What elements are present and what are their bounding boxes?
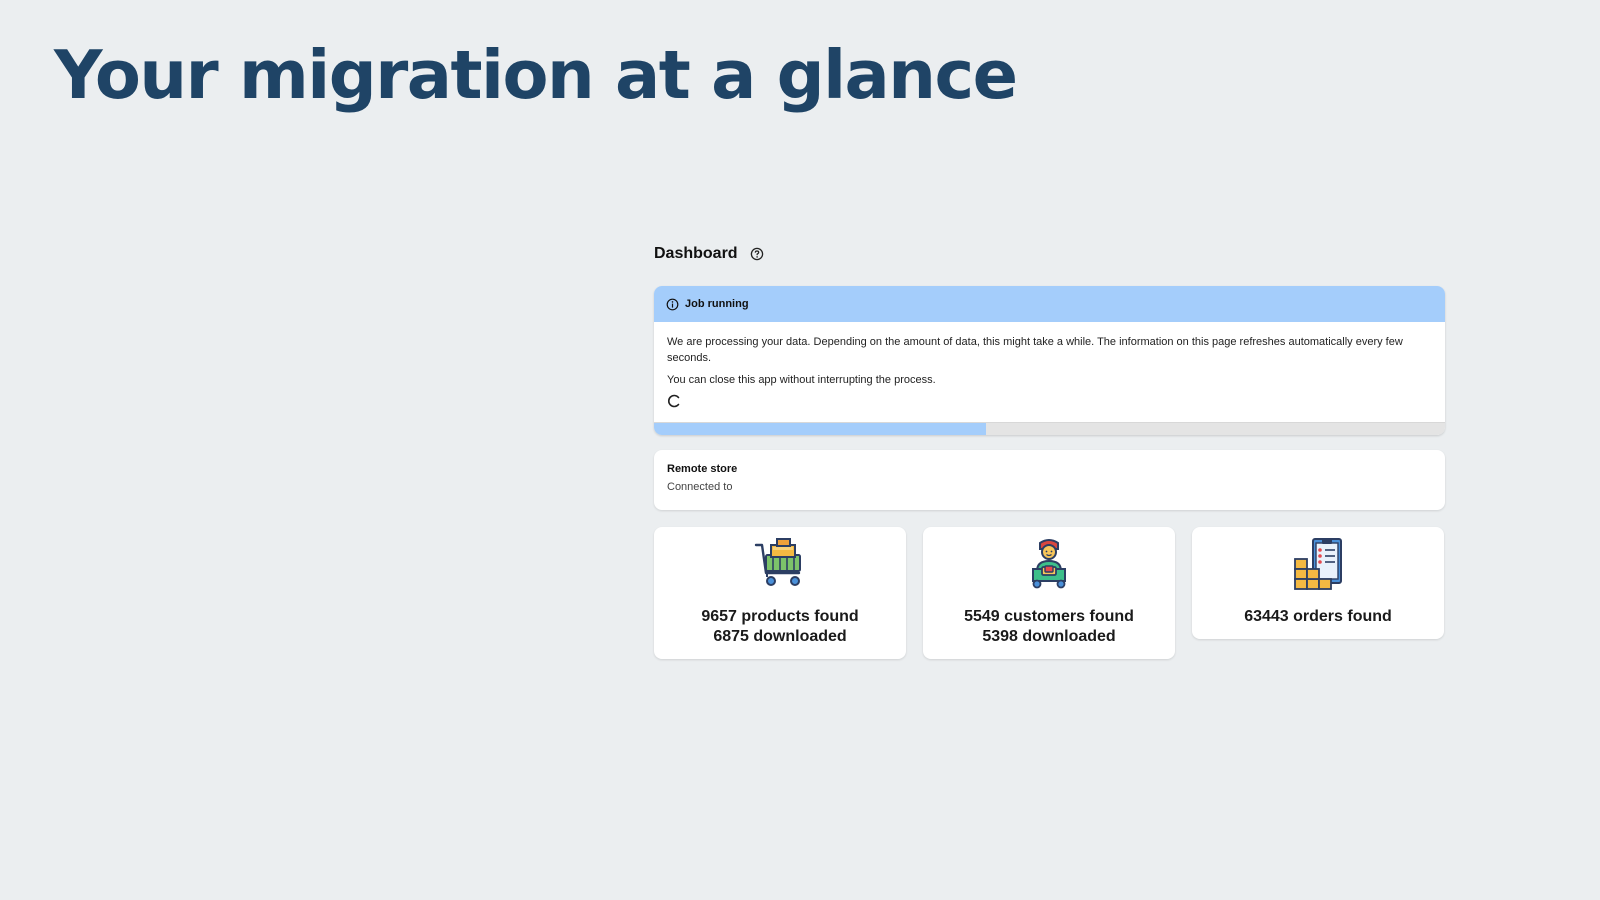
customers-found: 5549 customers found <box>964 608 1134 625</box>
job-status-header: Job running <box>654 286 1445 322</box>
remote-store-card: Remote store Connected to <box>654 450 1445 510</box>
job-status-label: Job running <box>685 298 749 310</box>
job-message-processing: We are processing your data. Depending o… <box>667 336 1403 364</box>
stats-row: 9657 products found 6875 downloaded 5549… <box>654 527 1445 659</box>
products-downloaded: 6875 downloaded <box>713 628 847 645</box>
orders-stat-card: 63443 orders found <box>1192 527 1444 639</box>
orders-found: 63443 orders found <box>1244 608 1392 625</box>
shopping-cart-icon <box>754 538 801 586</box>
products-found: 9657 products found <box>701 608 859 625</box>
job-message-close: You can close this app without interrupt… <box>667 374 936 386</box>
dashboard-panel: Dashboard Job running We are processing … <box>654 236 1445 659</box>
orders-clipboard-icon <box>1294 538 1342 590</box>
job-progress-bar <box>654 422 1445 435</box>
dashboard-header: Dashboard <box>654 236 1445 272</box>
remote-store-title: Remote store <box>667 463 738 475</box>
info-circle-icon <box>666 298 679 311</box>
customers-stat-card: 5549 customers found 5398 downloaded <box>923 527 1175 659</box>
products-stat-card: 9657 products found 6875 downloaded <box>654 527 906 659</box>
question-circle-icon[interactable] <box>750 247 764 261</box>
slide-title: Your migration at a glance <box>54 36 1018 114</box>
remote-store-status: Connected to <box>667 481 733 493</box>
page-title: Dashboard <box>654 245 738 262</box>
loading-spinner-icon <box>667 394 681 408</box>
customers-downloaded: 5398 downloaded <box>982 628 1116 645</box>
customer-icon <box>1032 539 1066 589</box>
job-status-banner: Job running We are processing your data.… <box>654 286 1445 435</box>
job-progress-fill <box>654 423 987 435</box>
job-status-body: We are processing your data. Depending o… <box>654 322 1445 422</box>
